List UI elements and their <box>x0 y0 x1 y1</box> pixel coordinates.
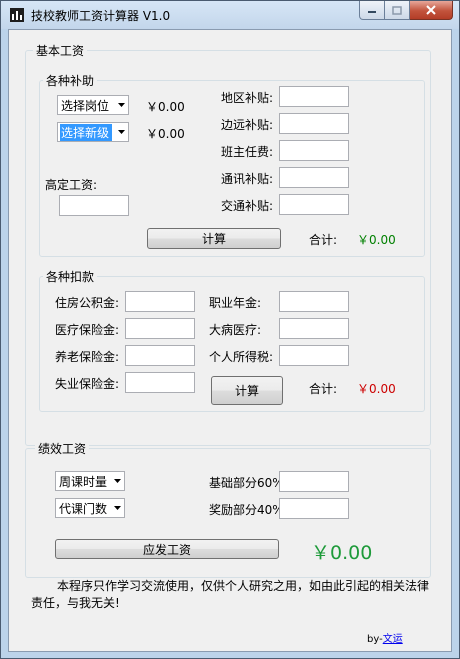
comm-allowance-label: 通讯补贴: <box>221 172 274 186</box>
basic-salary-title: 基本工资 <box>33 42 88 59</box>
class-teacher-fee-input[interactable] <box>279 140 349 161</box>
allowance-total-value: ￥0.00 <box>357 233 396 247</box>
serious-illness-label: 大病医疗: <box>209 323 262 337</box>
chevron-down-icon <box>110 499 124 517</box>
performance-title: 绩效工资 <box>35 440 90 457</box>
comm-allowance-input[interactable] <box>279 167 349 188</box>
region-allowance-label: 地区补贴: <box>221 91 274 105</box>
allowances-title: 各种补助 <box>43 72 98 89</box>
pension-insurance-input[interactable] <box>125 345 195 366</box>
app-window: 技校教师工资计算器 V1.0 基本工资 各种补助 选择岗位 ￥0.00 选择新级… <box>0 0 460 659</box>
allowance-total-label: 合计: <box>309 233 338 247</box>
minimize-icon <box>368 11 376 13</box>
title-level-amount: ￥0.00 <box>146 127 185 141</box>
substitute-courses-select[interactable]: 代课门数 <box>55 498 125 518</box>
window-title: 技校教师工资计算器 V1.0 <box>31 9 171 23</box>
title-bar[interactable]: 技校教师工资计算器 V1.0 <box>1 1 459 29</box>
weekly-hours-select-value: 周课时量 <box>59 474 108 489</box>
title-level-select[interactable]: 选择新级 <box>57 122 129 142</box>
position-amount: ￥0.00 <box>146 100 185 114</box>
close-icon <box>426 5 436 15</box>
transport-allowance-input[interactable] <box>279 194 349 215</box>
fixed-salary-input[interactable] <box>59 195 129 216</box>
chevron-down-icon <box>110 472 124 490</box>
weekly-hours-select[interactable]: 周课时量 <box>55 471 125 491</box>
region-allowance-input[interactable] <box>279 86 349 107</box>
by-label: by- <box>367 634 383 645</box>
income-tax-label: 个人所得税: <box>209 350 274 364</box>
unemployment-insurance-input[interactable] <box>125 372 195 393</box>
title-level-select-value: 选择新级 <box>60 123 112 141</box>
maximize-icon <box>392 5 402 15</box>
payable-salary-button[interactable]: 应发工资 <box>55 539 279 559</box>
serious-illness-input[interactable] <box>279 318 349 339</box>
housing-fund-input[interactable] <box>125 291 195 312</box>
unemployment-insurance-label: 失业保险金: <box>55 377 120 391</box>
chevron-down-icon <box>114 96 128 114</box>
transport-allowance-label: 交通补贴: <box>221 199 274 213</box>
minimize-button[interactable] <box>359 1 385 20</box>
client-area: 基本工资 各种补助 选择岗位 ￥0.00 选择新级 ￥0.00 高定工资: 地区… <box>8 29 452 652</box>
author-credit: by-文运 <box>367 630 403 645</box>
maximize-button[interactable] <box>385 1 410 20</box>
position-select[interactable]: 选择岗位 <box>57 95 129 115</box>
class-teacher-fee-label: 班主任费: <box>221 145 274 159</box>
medical-insurance-label: 医疗保险金: <box>55 323 120 337</box>
deductions-title: 各种扣款 <box>43 268 98 285</box>
disclaimer-text: 本程序只作学习交流使用，仅供个人研究之用，如由此引起的相关法律责任，与我无关! <box>31 579 430 610</box>
annuity-label: 职业年金: <box>209 296 262 310</box>
disclaimer-note: 本程序只作学习交流使用，仅供个人研究之用，如由此引起的相关法律责任，与我无关! <box>31 578 435 612</box>
bonus-part-label: 奖励部分40% <box>209 503 284 517</box>
deduction-total-label: 合计: <box>309 382 338 396</box>
annuity-input[interactable] <box>279 291 349 312</box>
app-icon <box>10 8 24 22</box>
fixed-salary-label: 高定工资: <box>45 178 98 192</box>
medical-insurance-input[interactable] <box>125 318 195 339</box>
close-button[interactable] <box>410 1 453 20</box>
pension-insurance-label: 养老保险金: <box>55 350 120 364</box>
calc-deduction-button[interactable]: 计算 <box>211 376 283 405</box>
author-link[interactable]: 文运 <box>383 634 403 645</box>
calc-allowance-button[interactable]: 计算 <box>147 228 281 249</box>
remote-allowance-input[interactable] <box>279 113 349 134</box>
substitute-courses-select-value: 代课门数 <box>59 501 108 516</box>
bonus-part-input[interactable] <box>279 498 349 519</box>
housing-fund-label: 住房公积金: <box>55 296 120 310</box>
chevron-down-icon <box>114 123 128 141</box>
base-part-label: 基础部分60% <box>209 476 284 490</box>
remote-allowance-label: 边远补贴: <box>221 118 274 132</box>
deduction-total-value: ￥0.00 <box>357 382 396 396</box>
position-select-value: 选择岗位 <box>61 98 110 113</box>
payable-salary-value: ￥0.00 <box>311 542 373 564</box>
income-tax-input[interactable] <box>279 345 349 366</box>
base-part-input[interactable] <box>279 471 349 492</box>
window-controls <box>359 1 453 20</box>
